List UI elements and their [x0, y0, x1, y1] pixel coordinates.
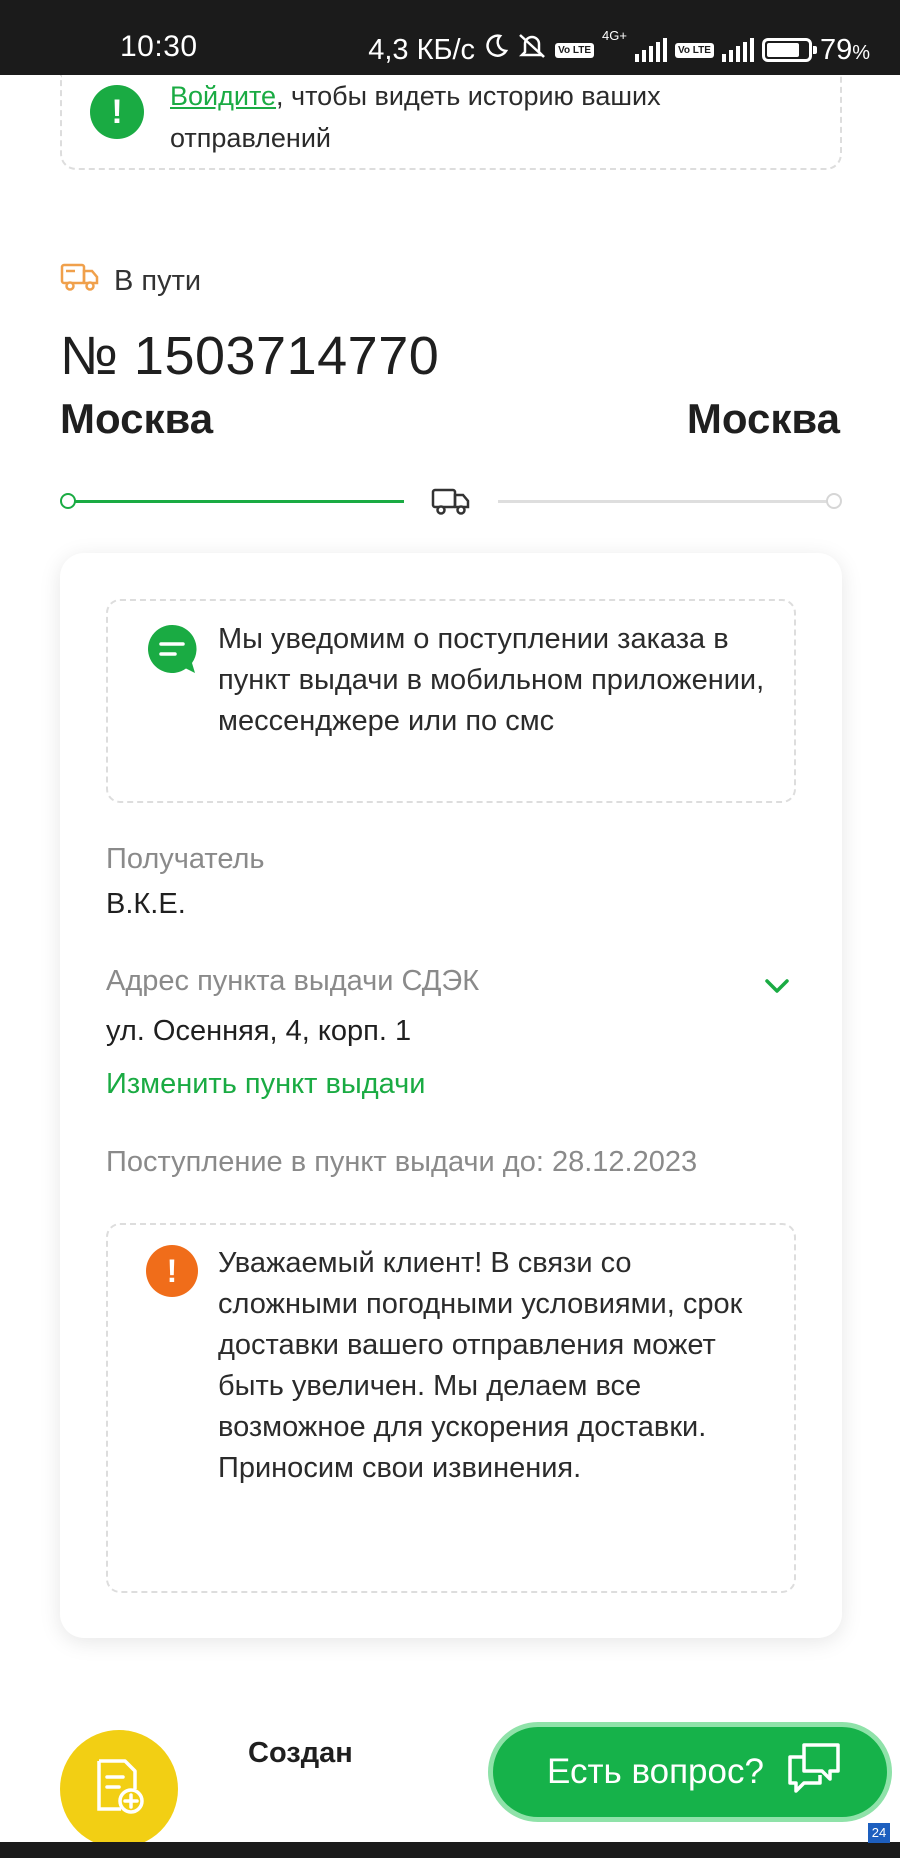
document-add-button[interactable] — [60, 1730, 178, 1848]
battery-icon — [761, 38, 817, 62]
login-notice: ! Войдите, чтобы видеть историю ваших от… — [60, 75, 842, 170]
document-add-icon — [91, 1757, 147, 1822]
battery-percent: 79% — [819, 33, 870, 66]
exclamation-icon: ! — [146, 1245, 198, 1297]
recipient-value: В.К.Е. — [106, 888, 186, 920]
shipment-progress — [60, 478, 842, 526]
login-link[interactable]: Войдите — [170, 81, 276, 111]
network-type: 4G+ — [602, 28, 627, 43]
delay-warning-text: Уважаемый клиент! В связи со сложными по… — [218, 1247, 743, 1484]
order-number: № 1503714770 — [60, 326, 440, 386]
truck-icon — [416, 478, 486, 526]
recipient-label: Получатель — [106, 843, 265, 875]
city-from: Москва — [60, 395, 214, 442]
navigation-bar — [0, 1842, 900, 1858]
delay-warning: ! Уважаемый клиент! В связи со сложными … — [106, 1223, 796, 1593]
ask-question-button[interactable]: Есть вопрос? — [488, 1722, 892, 1822]
volte-icon-2: Vo LTE — [674, 42, 714, 58]
signal-icon — [634, 38, 667, 62]
mute-icon — [517, 32, 547, 68]
shipment-status: В пути — [60, 262, 201, 300]
corner-badge: 24 — [868, 1823, 890, 1843]
ask-question-label: Есть вопрос? — [547, 1752, 764, 1791]
truck-icon — [60, 262, 100, 300]
chevron-down-icon[interactable] — [762, 971, 792, 1001]
status-bar: 10:30 4,3 КБ/с Vo LTE 4G+ Vo LTE 79% — [0, 0, 900, 75]
chat-bubble-icon — [146, 623, 198, 680]
notification-text: Мы уведомим о поступлении заказа в пункт… — [218, 623, 765, 737]
progress-remaining-line — [498, 500, 834, 503]
network-speed: 4,3 КБ/с — [368, 33, 476, 66]
progress-start-dot — [60, 493, 76, 509]
status-time: 10:30 — [120, 30, 198, 63]
moon-icon — [483, 33, 509, 67]
progress-end-dot — [826, 493, 842, 509]
created-label: Создан — [248, 1737, 353, 1769]
notification-notice: Мы уведомим о поступлении заказа в пункт… — [106, 599, 796, 803]
signal-icon-2 — [721, 38, 754, 62]
login-notice-text: Войдите, чтобы видеть историю ваших отпр… — [170, 75, 810, 159]
volte-icon: Vo LTE — [555, 42, 595, 58]
city-to: Москва — [686, 395, 840, 442]
change-pickup-point-link[interactable]: Изменить пункт выдачи — [106, 1068, 425, 1101]
status-icons: 4,3 КБ/с Vo LTE 4G+ Vo LTE 79% — [368, 28, 870, 70]
address-label: Адрес пункта выдачи СДЭК — [106, 965, 480, 997]
shipment-status-text: В пути — [114, 264, 202, 297]
arrival-deadline: Поступление в пункт выдачи до: 28.12.202… — [106, 1146, 698, 1178]
exclamation-icon: ! — [90, 85, 144, 139]
chat-bubbles-icon — [784, 1741, 844, 1804]
shipment-card: Мы уведомим о поступлении заказа в пункт… — [60, 553, 842, 1638]
progress-done-line — [68, 500, 404, 503]
address-value: ул. Осенняя, 4, корп. 1 — [106, 1015, 412, 1047]
battery-fill — [766, 43, 799, 57]
